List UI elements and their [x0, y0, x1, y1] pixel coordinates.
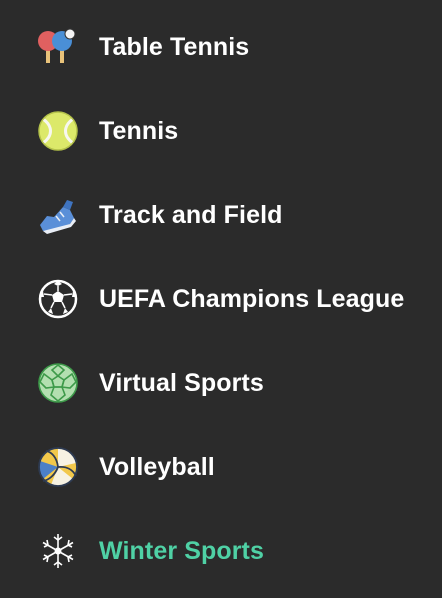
tennis-ball-icon [37, 110, 79, 152]
table-tennis-icon [37, 26, 79, 68]
sport-item-uefa-champions-league[interactable]: UEFA Champions League [0, 257, 442, 341]
sport-item-volleyball[interactable]: Volleyball [0, 425, 442, 509]
volleyball-icon [37, 446, 79, 488]
sport-label: Winter Sports [99, 536, 264, 565]
sport-item-virtual-sports[interactable]: Virtual Sports [0, 341, 442, 425]
sport-label: Track and Field [99, 200, 283, 229]
sport-item-tennis[interactable]: Tennis [0, 89, 442, 173]
sport-label: Table Tennis [99, 32, 250, 61]
sport-item-winter-sports[interactable]: Winter Sports [0, 509, 442, 593]
sport-label: Volleyball [99, 452, 215, 481]
sport-label: Virtual Sports [99, 368, 264, 397]
sport-label: Tennis [99, 116, 179, 145]
running-shoe-icon [37, 194, 79, 236]
sport-item-table-tennis[interactable]: Table Tennis [0, 5, 442, 89]
sport-label: UEFA Champions League [99, 284, 405, 313]
sport-item-track-and-field[interactable]: Track and Field [0, 173, 442, 257]
snowflake-icon [37, 530, 79, 572]
sports-list: Table Tennis Tennis Track and Field UEFA… [0, 0, 442, 598]
virtual-ball-icon [37, 362, 79, 404]
soccer-ball-icon [37, 278, 79, 320]
